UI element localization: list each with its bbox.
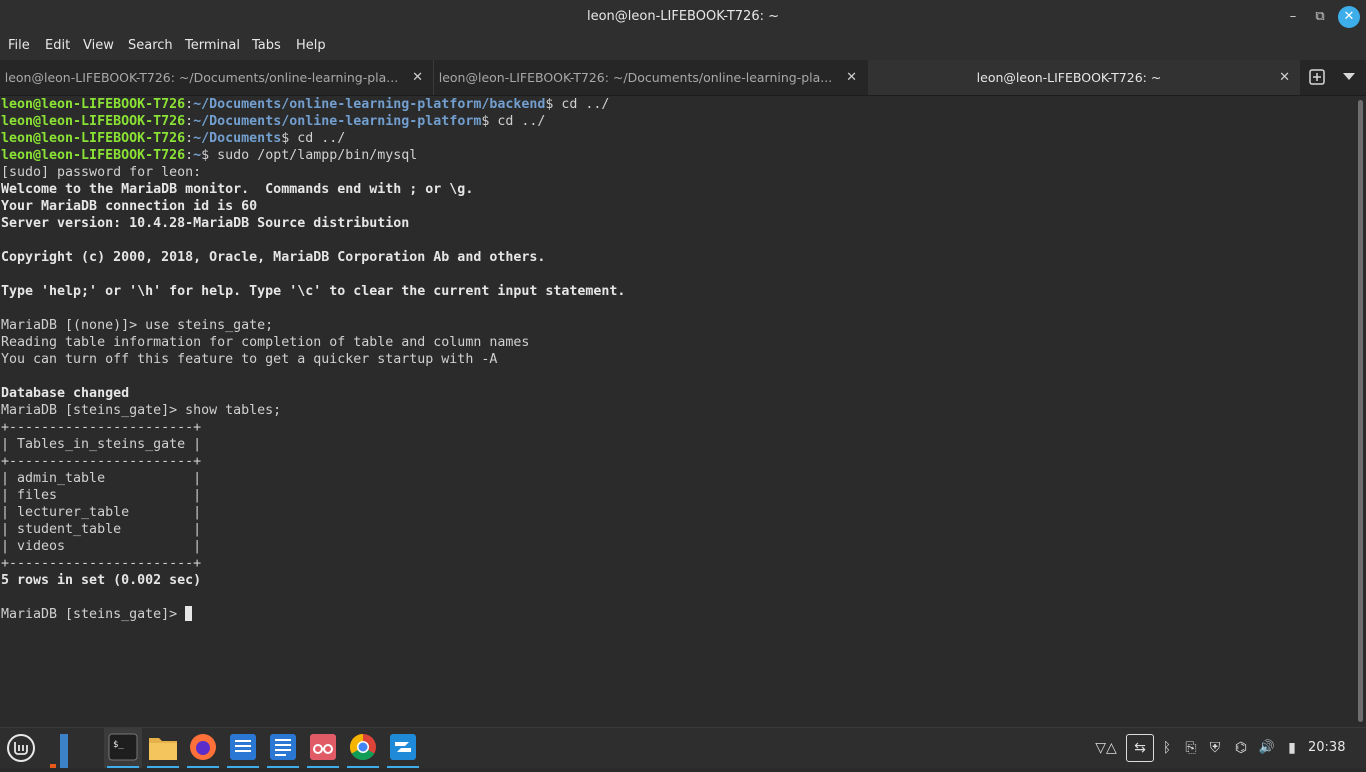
table-row: | admin_table |: [1, 471, 202, 486]
scrollbar-thumb[interactable]: [1358, 100, 1363, 722]
prompt-user: leon@leon-LIFEBOOK-T726: [1, 114, 186, 129]
reader-icon[interactable]: [304, 728, 342, 768]
chrome-icon[interactable]: [344, 728, 382, 768]
terminal-tab-active[interactable]: leon@leon-LIFEBOOK-T726: ~ ✕: [868, 60, 1300, 95]
table-border: +-----------------------+: [1, 454, 202, 469]
prompt-command: $ cd ../: [481, 114, 546, 129]
terminal-line: Welcome to the MariaDB monitor. Commands…: [1, 182, 474, 197]
table-row: | videos |: [1, 539, 202, 554]
terminal-line: leon@leon-LIFEBOOK-T726:~/Documents/onli…: [1, 114, 546, 129]
terminal-line: leon@leon-LIFEBOOK-T726:~/Documents/onli…: [1, 97, 610, 112]
prompt-path: ~: [193, 148, 202, 163]
terminal-line: Reading table information for completion…: [1, 335, 530, 350]
terminal-line: Type 'help;' or '\h' for help. Type '\c'…: [1, 284, 626, 299]
switch-icon[interactable]: ⇆: [1126, 734, 1154, 762]
terminal-icon[interactable]: $_: [104, 728, 142, 768]
terminal-tab[interactable]: leon@leon-LIFEBOOK-T726: ~/Documents/onl…: [0, 60, 433, 95]
maximize-button[interactable]: ⧉: [1309, 6, 1331, 28]
new-tab-button[interactable]: [1303, 63, 1331, 91]
prompt-path: ~/Documents/online-learning-platform/bac…: [193, 97, 546, 112]
prompt-path: ~/Documents/online-learning-platform: [193, 114, 482, 129]
bluetooth-icon[interactable]: ᛒ: [1158, 728, 1176, 768]
tab-list-button[interactable]: [1339, 63, 1359, 91]
tab-label: leon@leon-LIFEBOOK-T726: ~/Documents/onl…: [4, 70, 399, 85]
terminal-line: Your MariaDB connection id is 60: [1, 199, 258, 214]
close-window-button[interactable]: ✕: [1338, 6, 1360, 28]
terminal-line: MariaDB [steins_gate]> show tables;: [1, 403, 282, 418]
writer-icon[interactable]: [264, 728, 302, 768]
terminal-line: MariaDB [(none)]> use steins_gate;: [1, 318, 274, 333]
terminal-output[interactable]: leon@leon-LIFEBOOK-T726:~/Documents/onli…: [0, 96, 1356, 727]
firefox-icon[interactable]: [184, 728, 222, 768]
prompt-command: $ cd ../: [545, 97, 610, 112]
prompt-user: leon@leon-LIFEBOOK-T726: [1, 148, 186, 163]
tab-close-button[interactable]: ✕: [412, 60, 423, 95]
taskbar: $_ ▽△ ⇆ ᛒ ⎘ ⛨ ⌬ 🔊 ▮ 20:38: [0, 727, 1366, 768]
terminal-prompt-line: MariaDB [steins_gate]>: [0, 606, 1356, 623]
mariadb-prompt: MariaDB [steins_gate]>: [1, 607, 186, 622]
terminal-line: leon@leon-LIFEBOOK-T726:~/Documents$ cd …: [1, 131, 346, 146]
terminal-line: 5 rows in set (0.002 sec): [1, 573, 202, 588]
new-tab-icon: [1309, 69, 1325, 85]
clipboard-icon[interactable]: ⎘: [1181, 728, 1201, 768]
tab-label: leon@leon-LIFEBOOK-T726: ~/Documents/onl…: [438, 70, 833, 85]
network-arrows-icon[interactable]: ▽△: [1094, 728, 1118, 768]
table-row: | student_table |: [1, 522, 202, 537]
table-border: +-----------------------+: [1, 556, 202, 571]
menu-icon[interactable]: [2, 728, 40, 768]
tab-bar: leon@leon-LIFEBOOK-T726: ~/Documents/onl…: [0, 60, 1366, 96]
terminal-line: Database changed: [1, 386, 130, 401]
text-cursor: [185, 606, 193, 621]
menu-tabs[interactable]: Tabs: [252, 34, 281, 60]
tab-close-button[interactable]: ✕: [846, 60, 857, 95]
menu-help[interactable]: Help: [296, 34, 326, 60]
clock[interactable]: 20:38: [1308, 728, 1345, 768]
table-header: | Tables_in_steins_gate |: [1, 437, 202, 452]
table-border: +-----------------------+: [1, 420, 202, 435]
volume-icon[interactable]: 🔊: [1256, 728, 1278, 768]
minimize-button[interactable]: –: [1282, 6, 1304, 28]
menu-bar: File Edit View Search Terminal Tabs Help: [0, 34, 1366, 60]
table-row: | files |: [1, 488, 202, 503]
network-icon[interactable]: ⌬: [1230, 728, 1252, 768]
menu-view[interactable]: View: [83, 34, 114, 60]
terminal-line: You can turn off this feature to get a q…: [1, 352, 498, 367]
tab-label: leon@leon-LIFEBOOK-T726: ~: [976, 70, 1162, 85]
anydesk-icon[interactable]: [384, 728, 422, 768]
battery-icon[interactable]: ▮: [1283, 728, 1301, 768]
terminal-line: Server version: 10.4.28-MariaDB Source d…: [1, 216, 410, 231]
window-title: leon@leon-LIFEBOOK-T726: ~: [586, 9, 780, 24]
terminal-tab[interactable]: leon@leon-LIFEBOOK-T726: ~/Documents/onl…: [434, 60, 867, 95]
terminal-line: [sudo] password for leon:: [1, 165, 202, 180]
chevron-down-icon: [1343, 73, 1355, 80]
prompt-command: $ sudo /opt/lampp/bin/mysql: [201, 148, 418, 163]
show-desktop-icon[interactable]: [42, 728, 76, 768]
prompt-path: ~/Documents: [193, 131, 282, 146]
table-row: | lecturer_table |: [1, 505, 202, 520]
files-icon[interactable]: [144, 728, 182, 768]
tab-close-button[interactable]: ✕: [1279, 60, 1290, 95]
terminal-line: leon@leon-LIFEBOOK-T726:~$ sudo /opt/lam…: [1, 148, 418, 163]
menu-edit[interactable]: Edit: [45, 34, 70, 60]
svg-text:$_: $_: [113, 740, 124, 750]
menu-file[interactable]: File: [8, 34, 30, 60]
menu-terminal[interactable]: Terminal: [185, 34, 240, 60]
text-editor-icon[interactable]: [224, 728, 262, 768]
terminal-scrollbar[interactable]: [1356, 96, 1366, 727]
prompt-user: leon@leon-LIFEBOOK-T726: [1, 97, 186, 112]
shield-icon[interactable]: ⛨: [1205, 728, 1225, 768]
menu-search[interactable]: Search: [128, 34, 173, 60]
window-titlebar: leon@leon-LIFEBOOK-T726: ~ – ⧉ ✕: [0, 0, 1366, 34]
prompt-user: leon@leon-LIFEBOOK-T726: [1, 131, 186, 146]
prompt-command: $ cd ../: [281, 131, 346, 146]
terminal-line: Copyright (c) 2000, 2018, Oracle, MariaD…: [1, 250, 546, 265]
